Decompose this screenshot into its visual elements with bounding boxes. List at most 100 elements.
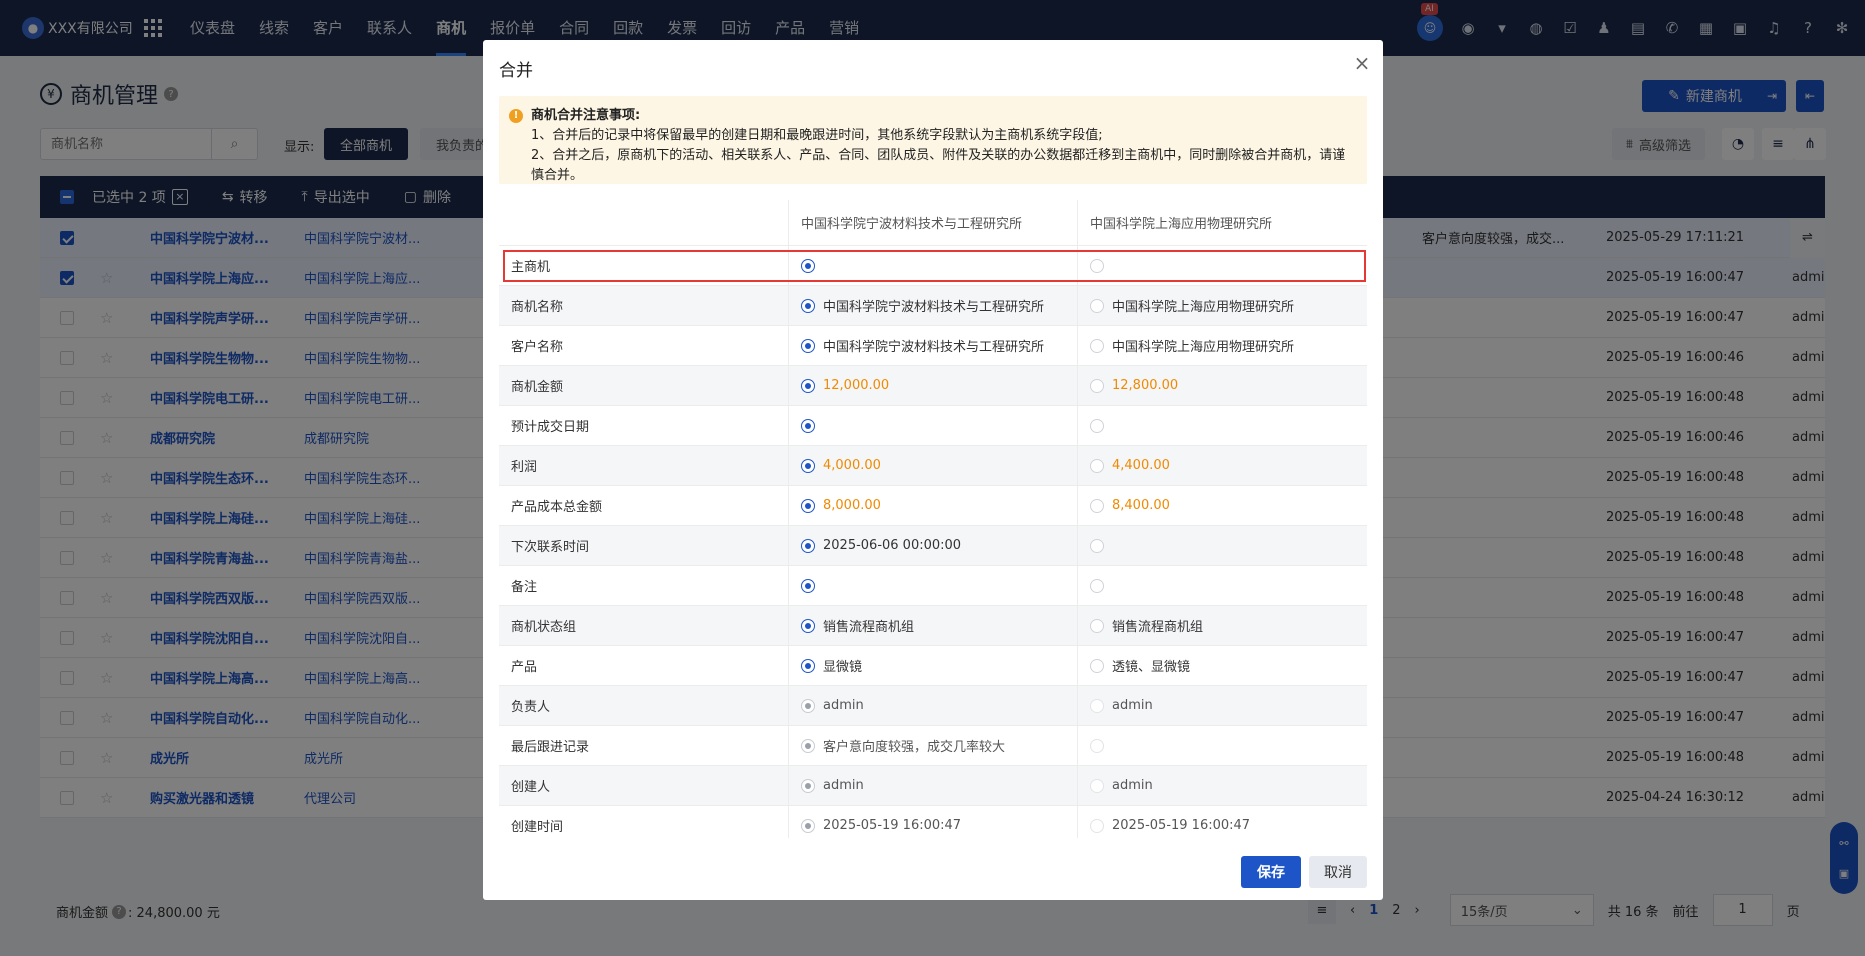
record-a-value: 销售流程商机组	[823, 620, 915, 635]
record-b-option[interactable]: 4,400.00	[1078, 446, 1367, 485]
merge-field-row: 产品 显微镜 透镜、显微镜	[499, 646, 1367, 686]
cancel-button[interactable]: 取消	[1309, 856, 1367, 888]
radio-button[interactable]	[1090, 658, 1104, 673]
merge-rows: 主商机 商机名称 中国科学院宁波材料技术与工程研究所 中国科学院上海应用物理研究所 客户…	[499, 246, 1367, 838]
record-b-option[interactable]: 中国科学院上海应用物理研究所	[1078, 326, 1367, 365]
record-b-option[interactable]: 2025-05-19 16:00:47	[1078, 806, 1367, 838]
merge-field-row: 负责人 admin admin	[499, 686, 1367, 726]
radio-button[interactable]	[801, 538, 815, 553]
merge-dialog: 合并 × ! 商机合并注意事项: 1、合并后的记录中将保留最早的创建日期和最晚跟…	[483, 40, 1383, 900]
merge-field-row: 最后跟进记录 客户意向度较强，成交几率较大	[499, 726, 1367, 766]
record-b-option[interactable]	[1078, 566, 1367, 605]
radio-button[interactable]	[1090, 418, 1104, 433]
radio-button[interactable]	[801, 418, 815, 433]
record-b-value: 中国科学院上海应用物理研究所	[1112, 300, 1295, 315]
radio-button[interactable]	[1090, 338, 1104, 353]
record-a-option[interactable]	[789, 246, 1078, 285]
record-a-value: admin	[823, 698, 864, 713]
record-b-option[interactable]: admin	[1078, 766, 1367, 805]
header-empty	[499, 200, 789, 245]
radio-button[interactable]	[1090, 298, 1104, 313]
record-b-option[interactable]: 8,400.00	[1078, 486, 1367, 525]
record-b-value: 8,400.00	[1112, 498, 1170, 513]
field-label: 商机名称	[499, 286, 789, 325]
header-record-a: 中国科学院宁波材料技术与工程研究所	[789, 200, 1078, 245]
close-icon[interactable]: ×	[1351, 52, 1373, 74]
radio-button[interactable]	[1090, 538, 1104, 553]
record-b-value: 12,800.00	[1112, 378, 1179, 393]
radio-button[interactable]	[801, 738, 815, 753]
record-b-option[interactable]: admin	[1078, 686, 1367, 725]
radio-button[interactable]	[801, 338, 815, 353]
record-b-option[interactable]	[1078, 246, 1367, 285]
radio-button[interactable]	[1090, 618, 1104, 633]
save-button[interactable]: 保存	[1241, 856, 1301, 888]
record-a-option[interactable]: 8,000.00	[789, 486, 1078, 525]
record-b-option[interactable]	[1078, 726, 1367, 765]
record-a-value: 中国科学院宁波材料技术与工程研究所	[823, 340, 1045, 355]
record-b-value: 中国科学院上海应用物理研究所	[1112, 340, 1295, 355]
record-b-value: 销售流程商机组	[1112, 620, 1204, 635]
radio-button[interactable]	[1090, 778, 1104, 793]
record-b-option[interactable]: 透镜、显微镜	[1078, 646, 1367, 685]
record-a-option[interactable]: 2025-05-19 16:00:47	[789, 806, 1078, 838]
merge-notice: ! 商机合并注意事项: 1、合并后的记录中将保留最早的创建日期和最晚跟进时间，其…	[499, 96, 1367, 184]
dialog-title: 合并	[499, 61, 533, 81]
radio-button[interactable]	[801, 298, 815, 313]
merge-table-header: 中国科学院宁波材料技术与工程研究所 中国科学院上海应用物理研究所	[499, 200, 1367, 246]
radio-button[interactable]	[801, 778, 815, 793]
radio-button[interactable]	[801, 258, 815, 273]
radio-button[interactable]	[801, 618, 815, 633]
field-label: 负责人	[499, 686, 789, 725]
record-b-value: 透镜、显微镜	[1112, 660, 1191, 675]
record-b-option[interactable]	[1078, 406, 1367, 445]
radio-button[interactable]	[1090, 738, 1104, 753]
record-a-option[interactable]: admin	[789, 766, 1078, 805]
merge-field-row: 主商机	[499, 246, 1367, 286]
field-label: 产品成本总金额	[499, 486, 789, 525]
radio-button[interactable]	[1090, 378, 1104, 393]
radio-button[interactable]	[801, 578, 815, 593]
record-a-option[interactable]	[789, 566, 1078, 605]
merge-field-row: 客户名称 中国科学院宁波材料技术与工程研究所 中国科学院上海应用物理研究所	[499, 326, 1367, 366]
field-label: 下次联系时间	[499, 526, 789, 565]
radio-button[interactable]	[801, 658, 815, 673]
merge-field-row: 商机金额 12,000.00 12,800.00	[499, 366, 1367, 406]
record-a-option[interactable]: admin	[789, 686, 1078, 725]
field-label: 利润	[499, 446, 789, 485]
record-a-option[interactable]: 12,000.00	[789, 366, 1078, 405]
radio-button[interactable]	[801, 458, 815, 473]
merge-field-row: 备注	[499, 566, 1367, 606]
record-b-option[interactable]	[1078, 526, 1367, 565]
field-label: 商机状态组	[499, 606, 789, 645]
record-a-value: admin	[823, 778, 864, 793]
record-b-option[interactable]: 销售流程商机组	[1078, 606, 1367, 645]
record-a-option[interactable]: 客户意向度较强，成交几率较大	[789, 726, 1078, 765]
field-label: 客户名称	[499, 326, 789, 365]
record-b-option[interactable]: 12,800.00	[1078, 366, 1367, 405]
record-a-option[interactable]: 显微镜	[789, 646, 1078, 685]
radio-button[interactable]	[1090, 258, 1104, 273]
radio-button[interactable]	[801, 498, 815, 513]
record-a-option[interactable]: 2025-06-06 00:00:00	[789, 526, 1078, 565]
radio-button[interactable]	[1090, 818, 1104, 833]
merge-field-row: 下次联系时间 2025-06-06 00:00:00	[499, 526, 1367, 566]
record-a-option[interactable]: 4,000.00	[789, 446, 1078, 485]
radio-button[interactable]	[1090, 498, 1104, 513]
record-b-value: 4,400.00	[1112, 458, 1170, 473]
record-a-option[interactable]	[789, 406, 1078, 445]
radio-button[interactable]	[1090, 458, 1104, 473]
record-a-value: 2025-05-19 16:00:47	[823, 818, 962, 833]
radio-button[interactable]	[801, 698, 815, 713]
record-a-option[interactable]: 中国科学院宁波材料技术与工程研究所	[789, 286, 1078, 325]
radio-button[interactable]	[1090, 698, 1104, 713]
radio-button[interactable]	[801, 378, 815, 393]
record-b-option[interactable]: 中国科学院上海应用物理研究所	[1078, 286, 1367, 325]
record-a-option[interactable]: 销售流程商机组	[789, 606, 1078, 645]
record-a-option[interactable]: 中国科学院宁波材料技术与工程研究所	[789, 326, 1078, 365]
notice-line-2: 2、合并之后，原商机下的活动、相关联系人、产品、合同、团队成员、附件及关联的办公…	[531, 148, 1346, 183]
field-label: 最后跟进记录	[499, 726, 789, 765]
radio-button[interactable]	[801, 818, 815, 833]
radio-button[interactable]	[1090, 578, 1104, 593]
record-b-value: 2025-05-19 16:00:47	[1112, 818, 1251, 833]
